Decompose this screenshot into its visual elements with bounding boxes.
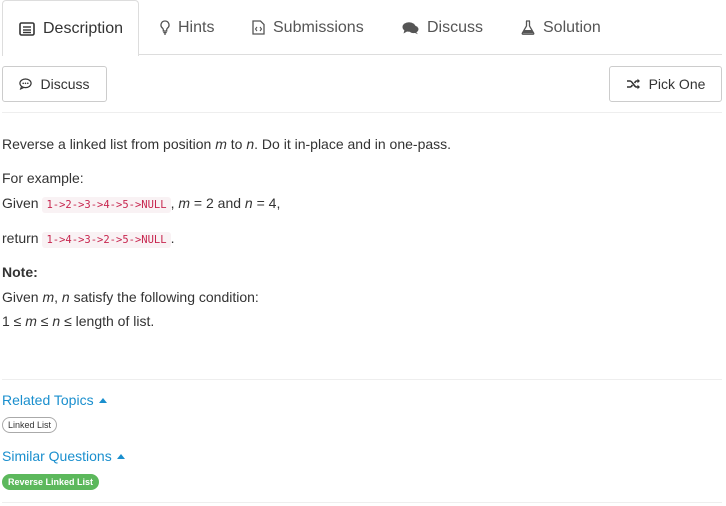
code-output-list: 1->4->3->2->5->NULL — [42, 232, 171, 248]
text: Given — [2, 289, 43, 305]
text: 1 ≤ — [2, 313, 26, 329]
code-file-icon — [252, 20, 265, 35]
text: Reverse a linked list from position — [2, 136, 216, 152]
text: satisfy the following condition: — [69, 289, 259, 305]
related-topics-label: Related Topics — [2, 392, 94, 408]
related-topics-toggle[interactable]: Related Topics — [2, 392, 107, 408]
similar-questions-toggle[interactable]: Similar Questions — [2, 448, 125, 464]
example-given: Given 1->2->3->4->5->NULL, m = 2 and n =… — [2, 195, 281, 213]
text: to — [226, 136, 247, 152]
note-heading: Note: — [2, 264, 38, 280]
text: Given — [2, 195, 43, 211]
description-icon — [19, 21, 35, 36]
var-m: m — [178, 195, 191, 211]
example-heading: For example: — [2, 170, 84, 186]
var-n: n — [61, 289, 70, 305]
pick-one-label: Pick One — [648, 76, 706, 92]
note-text: Given m, n satisfy the following conditi… — [2, 289, 259, 305]
similar-questions-label: Similar Questions — [2, 448, 112, 464]
note-label: Note: — [2, 264, 38, 280]
var-m: m — [42, 289, 55, 305]
discuss-button-label: Discuss — [40, 76, 90, 92]
bottom-divider — [2, 502, 722, 503]
tab-label: Submissions — [273, 18, 364, 36]
discuss-button[interactable]: Discuss — [2, 66, 107, 102]
caret-up-icon — [116, 453, 125, 459]
text: , — [54, 289, 62, 305]
var-n: n — [244, 195, 253, 211]
text: ≤ — [36, 313, 53, 329]
text: . — [170, 230, 175, 246]
tab-discuss[interactable]: Discuss — [402, 0, 483, 55]
example-return: return 1->4->3->2->5->NULL. — [2, 230, 175, 248]
problem-statement: Reverse a linked list from position m to… — [2, 136, 451, 152]
text: . Do it in-place and in one-pass. — [254, 136, 452, 152]
code-input-list: 1->2->3->4->5->NULL — [42, 197, 171, 213]
var-m: m — [25, 313, 37, 329]
text: ≤ length of list. — [60, 313, 155, 329]
problem-tabs: Description Hints Submissions Discuss So… — [0, 0, 722, 56]
pick-one-button[interactable]: Pick One — [609, 66, 722, 102]
tab-label: Solution — [543, 18, 601, 36]
text: = 4, — [252, 195, 281, 211]
text: = 2 and — [190, 195, 245, 211]
tag-linked-list[interactable]: Linked List — [2, 417, 58, 433]
var-n: n — [246, 136, 255, 152]
tab-label: Discuss — [427, 18, 484, 36]
text: return — [2, 230, 43, 246]
toolbar-divider — [2, 112, 722, 113]
tab-label: Hints — [178, 18, 215, 36]
tab-label: Description — [43, 19, 124, 37]
tab-description[interactable]: Description — [2, 0, 139, 56]
caret-up-icon — [98, 397, 107, 403]
comments-icon — [402, 21, 419, 35]
lightbulb-icon — [160, 20, 170, 35]
flask-icon — [521, 20, 535, 35]
description-divider — [2, 379, 722, 380]
tab-solution[interactable]: Solution — [521, 0, 601, 55]
tab-hints[interactable]: Hints — [160, 0, 214, 55]
var-m: m — [215, 136, 227, 152]
tab-submissions[interactable]: Submissions — [252, 0, 364, 55]
shuffle-icon — [626, 78, 641, 90]
similar-question-reverse-linked-list[interactable]: Reverse Linked List — [2, 474, 100, 490]
constraint-text: 1 ≤ m ≤ n ≤ length of list. — [2, 313, 154, 329]
comment-icon — [19, 78, 33, 90]
